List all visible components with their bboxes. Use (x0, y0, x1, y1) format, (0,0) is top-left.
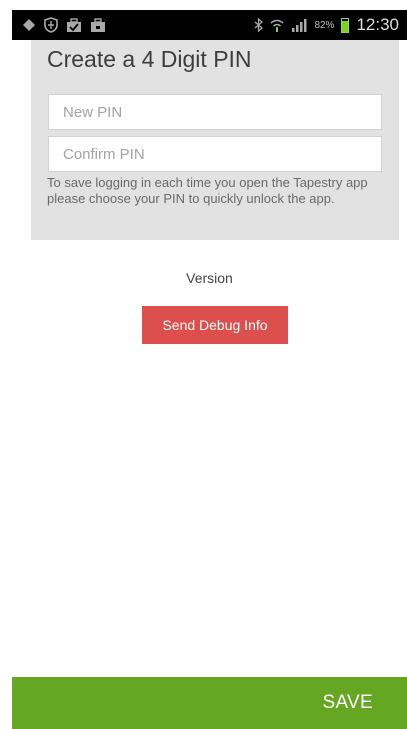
signal-icon (291, 18, 307, 32)
bluetooth-icon (254, 18, 264, 32)
save-button[interactable]: SAVE (323, 692, 407, 714)
send-debug-info-button[interactable]: Send Debug Info (142, 306, 288, 344)
battery-level (342, 20, 349, 32)
version-label: Version (186, 270, 233, 286)
shield-icon (44, 17, 58, 33)
battery-percent: 82% (314, 19, 335, 31)
briefcase-icon (90, 17, 106, 33)
pin-setup-panel: Create a 4 Digit PIN To save logging in … (31, 40, 399, 240)
status-bar: 82% 12:30 (12, 10, 407, 40)
confirm-pin-field[interactable] (48, 136, 382, 172)
app-content: Create a 4 Digit PIN To save logging in … (12, 40, 407, 729)
phone-screen: 82% 12:30 Create a 4 Digit PIN To save l… (12, 10, 407, 729)
briefcase-check-icon (66, 17, 82, 33)
navigation-icon (22, 18, 36, 32)
status-bar-notifications (12, 17, 106, 33)
wifi-icon (270, 18, 284, 32)
pin-help-text: To save logging in each time you open th… (47, 175, 368, 206)
pin-setup-title: Create a 4 Digit PIN (47, 46, 252, 72)
clock: 12:30 (356, 15, 399, 34)
footer-action-bar: SAVE (12, 677, 407, 729)
new-pin-field[interactable] (48, 94, 382, 130)
battery-icon (341, 17, 350, 33)
status-bar-system: 82% 12:30 (254, 15, 407, 35)
